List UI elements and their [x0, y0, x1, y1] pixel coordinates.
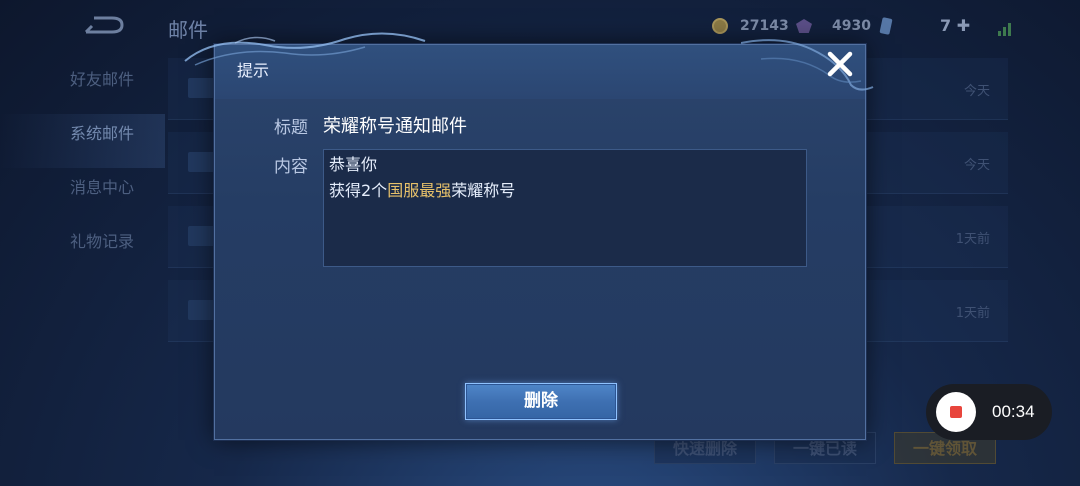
mail-detail-dialog: 提示 标题 荣耀称号通知邮件 内容 恭喜你 获得2个国服最强荣耀称号 删除: [184, 32, 874, 440]
coin-counter: 27143: [712, 18, 789, 34]
coin-amount: 27143: [740, 18, 789, 34]
sidebar: 好友邮件 系统邮件 消息中心 礼物记录: [0, 60, 165, 276]
energy-counter[interactable]: 7 ✚: [940, 16, 970, 35]
sidebar-item-gift-record[interactable]: 礼物记录: [0, 222, 165, 276]
stop-icon: [950, 406, 962, 418]
mail-icon: [188, 300, 216, 320]
stop-recording-button[interactable]: [936, 392, 976, 432]
content-box: 恭喜你 获得2个国服最强荣耀称号: [323, 149, 807, 267]
sidebar-item-system-mail[interactable]: 系统邮件: [0, 114, 165, 168]
recording-time: 00:34: [992, 402, 1035, 421]
mail-date: 今天: [963, 84, 990, 99]
sidebar-item-message-center[interactable]: 消息中心: [0, 168, 165, 222]
content-prefix: 获得2个: [329, 181, 388, 200]
dialog-title: 提示: [237, 61, 270, 80]
gem-counter: 4930: [796, 17, 893, 35]
cloud-ornament-right-icon: [741, 39, 874, 91]
back-arrow-icon[interactable]: [82, 14, 126, 36]
title-highlight: 国服最强: [387, 181, 452, 200]
mail-date: 今天: [963, 158, 990, 173]
content-suffix: 荣耀称号: [451, 181, 516, 200]
mail-date: 1天前: [955, 306, 990, 321]
mail-icon: [188, 226, 216, 246]
cloud-ornament-icon: [184, 32, 426, 66]
mail-icon: [188, 152, 216, 172]
mail-icon: [188, 78, 216, 98]
close-icon[interactable]: [823, 47, 857, 81]
subject-value: 荣耀称号通知邮件: [323, 116, 467, 137]
mail-date: 1天前: [955, 232, 990, 247]
content-line-1: 恭喜你: [329, 155, 378, 174]
ticket-icon: [879, 17, 893, 35]
plus-icon[interactable]: ✚: [957, 16, 970, 35]
gem-amount: 4930: [832, 18, 871, 34]
energy-amount: 7: [940, 16, 952, 35]
content-line-2: 获得2个国服最强荣耀称号: [329, 178, 801, 204]
screen-recorder[interactable]: 00:34: [926, 384, 1052, 440]
signal-icon: [998, 18, 1014, 36]
subject-label: 标题: [274, 118, 308, 138]
coin-icon: [712, 18, 728, 34]
sidebar-item-friend-mail[interactable]: 好友邮件: [0, 60, 165, 114]
delete-button[interactable]: 删除: [465, 383, 617, 420]
gem-icon: [796, 19, 812, 33]
content-label: 内容: [274, 157, 308, 177]
